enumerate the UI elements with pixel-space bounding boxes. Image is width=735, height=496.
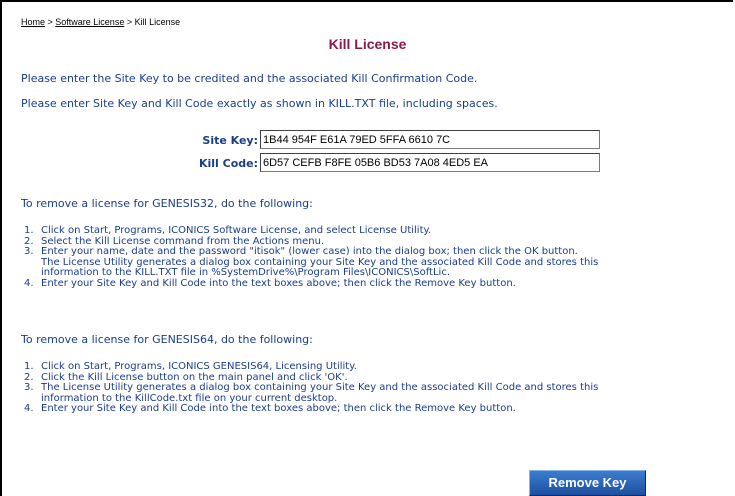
- site-key-input[interactable]: [260, 130, 600, 149]
- step-number: 1.: [24, 225, 34, 236]
- step-number: 4.: [24, 403, 34, 414]
- list-item: 4. Enter your Site Key and Kill Code into…: [21, 403, 598, 415]
- breadcrumb-software-license-link[interactable]: Software License: [55, 17, 124, 27]
- step-number: 3.: [24, 382, 34, 393]
- step-number: 1.: [24, 361, 34, 372]
- step-text: Enter your name, date and the password "…: [41, 246, 578, 257]
- step-text: Enter your Site Key and Kill Code into t…: [41, 403, 516, 414]
- kill-code-label: Kill Code:: [198, 157, 258, 170]
- step-text: The License Utility generates a dialog b…: [41, 256, 599, 268]
- step-number: 4.: [24, 277, 34, 289]
- breadcrumb-current: Kill License: [134, 17, 181, 27]
- step-text: information to the KILL.TXT file in %Sys…: [41, 267, 450, 278]
- breadcrumb: Home > Software License > Kill License: [21, 17, 180, 27]
- breadcrumb-home-link[interactable]: Home: [21, 17, 45, 27]
- step-number: 3.: [24, 246, 34, 257]
- intro-text-1: Please enter the Site Key to be credited…: [21, 72, 478, 85]
- genesis32-steps: 1. Click on Start, Programs, ICONICS Soft…: [21, 225, 599, 290]
- intro-text-2: Please enter Site Key and Kill Code exac…: [21, 97, 498, 110]
- site-key-label: Site Key:: [202, 134, 258, 147]
- page-title: Kill License: [328, 36, 407, 52]
- kill-code-input[interactable]: [260, 153, 600, 172]
- remove-key-button[interactable]: Remove Key: [529, 470, 646, 496]
- step-text: Click the Kill License button on the mai…: [41, 371, 348, 383]
- list-item: 4. Enter your Site Key and Kill Code into…: [21, 277, 598, 290]
- step-text: Select the Kill License command from the…: [41, 235, 325, 247]
- breadcrumb-separator: >: [124, 17, 135, 27]
- step-text: information to the KillCode.txt file on …: [41, 392, 338, 404]
- step-text: Click on Start, Programs, ICONICS GENESI…: [41, 361, 357, 372]
- genesis64-heading: To remove a license for GENESIS64, do th…: [21, 333, 313, 346]
- step-text: Click on Start, Programs, ICONICS Softwa…: [41, 225, 432, 236]
- step-text: The License Utility generates a dialog b…: [41, 382, 599, 393]
- genesis32-heading: To remove a license for GENESIS32, do th…: [21, 197, 313, 210]
- step-text: Enter your Site Key and Kill Code into t…: [41, 277, 516, 289]
- genesis64-steps: 1. Click on Start, Programs, ICONICS GENE…: [21, 361, 599, 415]
- breadcrumb-separator: >: [45, 17, 56, 27]
